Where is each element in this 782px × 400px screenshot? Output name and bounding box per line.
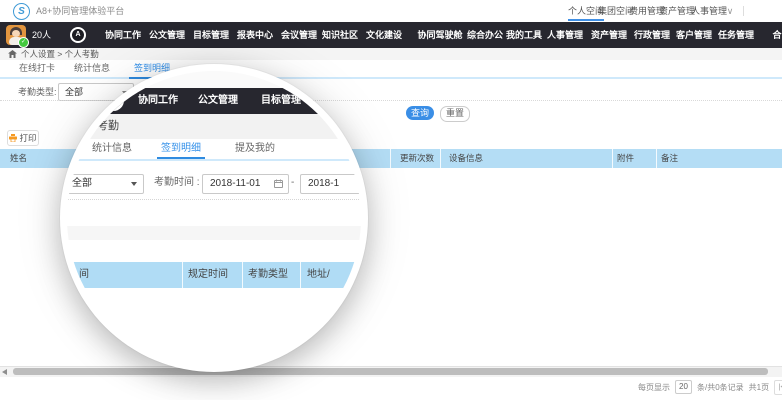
- magnifier-filter-divider: [67, 199, 361, 200]
- magnifier-select-arrow-icon: [131, 182, 137, 186]
- magnifier-col-scheduled-time: 规定时间: [188, 262, 228, 288]
- magnifier-col-time: 间: [79, 262, 89, 288]
- col-device-info: 设备信息: [449, 149, 483, 168]
- magnifier-gray-strip: [67, 226, 361, 240]
- printer-icon: [9, 134, 17, 142]
- nav-item-hr[interactable]: 人事管理: [547, 22, 583, 48]
- reset-button[interactable]: 重置: [440, 106, 470, 122]
- main-nav: ✓ 20人 A 协同工作 公文管理 目标管理 报表中心 会议管理 知识社区 文化…: [0, 22, 782, 48]
- attendance-type-label: 考勤类型:: [18, 84, 57, 100]
- avatar-face: [12, 30, 20, 37]
- a8-home-icon[interactable]: A: [70, 27, 86, 43]
- magnifier-col-separator: [182, 262, 183, 288]
- magnifier-nav-collaboration: 协同工作: [138, 88, 178, 114]
- chevron-down-icon[interactable]: ∨: [727, 0, 734, 22]
- nav-item-meetings[interactable]: 会议管理: [281, 22, 317, 48]
- magnifier-col-separator: [300, 262, 301, 288]
- magnifier-a8-letter: A: [106, 93, 121, 108]
- nav-item-admin[interactable]: 行政管理: [634, 22, 670, 48]
- nav-item-office[interactable]: 综合办公: [467, 22, 503, 48]
- tab-online-punch[interactable]: 在线打卡: [19, 60, 55, 77]
- online-status-icon: ✓: [18, 37, 29, 48]
- topbar-divider: [743, 6, 744, 16]
- search-button[interactable]: 查询: [406, 106, 434, 120]
- nav-item-customers[interactable]: 客户管理: [676, 22, 712, 48]
- nav-item-reports[interactable]: 报表中心: [237, 22, 273, 48]
- magnifier-tab-mentions: 提及我的: [235, 139, 275, 159]
- magnifier-type-value: 全部: [72, 175, 92, 193]
- topbar-menu-hr[interactable]: 人事管理: [691, 0, 727, 22]
- magnifier-breadcrumb: 个人考勤: [75, 114, 119, 139]
- magnifier-topbar-strip: [67, 71, 361, 88]
- magnifier-col-attendance-type: 考勤类型: [248, 262, 288, 288]
- magnifier-time-label: 考勤时间 :: [154, 174, 200, 192]
- nav-item-assets[interactable]: 资产管理: [591, 22, 627, 48]
- col-update-count: 更新次数: [400, 149, 434, 168]
- col-name: 姓名: [10, 149, 27, 168]
- col-remark: 备注: [661, 149, 678, 168]
- magnifier-nav-goals: 目标管理: [261, 88, 301, 114]
- magnifier-circle: A 协同工作 公文管理 目标管理 个人考勤 统计信息 签到明细 提及我的 全部 …: [60, 64, 368, 372]
- magnifier-nav-official-docs: 公文管理: [198, 88, 238, 114]
- magnifier-tab-signin-detail: 签到明细: [161, 139, 201, 159]
- col-separator: [440, 149, 441, 168]
- nav-item-culture[interactable]: 文化建设: [366, 22, 402, 48]
- app-window: S A8+协同管理体验平台 个人空间 集团空间 费用管理 资产管理 人事管理 ∨…: [0, 0, 782, 400]
- calendar-icon: [274, 179, 283, 188]
- scrollbar-thumb[interactable]: [13, 368, 768, 375]
- horizontal-scrollbar[interactable]: [0, 366, 782, 377]
- app-title: A8+协同管理体验平台: [36, 0, 124, 22]
- a8-home-icon-letter: A: [72, 29, 84, 41]
- magnifier-tabs-baseline: [67, 159, 361, 161]
- magnifier-a8-home-icon: A: [103, 90, 124, 111]
- magnifier-content: A 协同工作 公文管理 目标管理 个人考勤 统计信息 签到明细 提及我的 全部 …: [67, 71, 361, 365]
- first-page-button[interactable]: |<: [774, 380, 782, 395]
- nav-item-contracts-cut[interactable]: 合: [772, 22, 781, 48]
- magnifier-nav-band: A 协同工作 公文管理 目标管理: [67, 88, 361, 114]
- nav-item-knowledge[interactable]: 知识社区: [322, 22, 358, 48]
- col-separator: [612, 149, 613, 168]
- magnifier-table-header: 间 规定时间 考勤类型 地址/: [67, 262, 361, 288]
- magnifier-tab-statistics: 统计信息: [92, 139, 132, 159]
- magnifier-col-separator: [242, 262, 243, 288]
- per-page-input[interactable]: 20: [675, 380, 692, 394]
- pages-count: 共1页: [749, 382, 769, 393]
- print-label: 打印: [19, 132, 36, 144]
- pagination-bar: 每页显示 20 条/共0条记录 共1页 |< < 第: [638, 378, 782, 396]
- user-avatar[interactable]: ✓: [6, 25, 26, 45]
- nav-item-cockpit[interactable]: 协同驾驶舱: [417, 22, 462, 48]
- magnifier-date-to-value: 2018-1: [308, 175, 339, 193]
- nav-item-tasks[interactable]: 任务管理: [718, 22, 754, 48]
- magnifier-date-separator: -: [291, 174, 294, 192]
- topbar: S A8+协同管理体验平台 个人空间 集团空间 费用管理 资产管理 人事管理 ∨: [0, 0, 782, 23]
- col-attachment: 附件: [617, 149, 634, 168]
- records-count: 条/共0条记录: [697, 382, 744, 393]
- seeyon-logo-icon: S: [13, 3, 30, 20]
- per-page-label: 每页显示: [638, 382, 670, 393]
- col-separator: [656, 149, 657, 168]
- nav-item-goals[interactable]: 目标管理: [193, 22, 229, 48]
- magnifier-type-select: 全部: [67, 174, 144, 194]
- magnifier-date-to-input: 2018-1: [300, 174, 361, 194]
- scroll-left-arrow-icon[interactable]: [2, 369, 7, 375]
- nav-item-official-docs[interactable]: 公文管理: [149, 22, 185, 48]
- print-button[interactable]: 打印: [7, 130, 39, 146]
- user-count[interactable]: 20人: [32, 22, 51, 48]
- nav-item-collaboration[interactable]: 协同工作: [105, 22, 141, 48]
- home-icon[interactable]: [8, 50, 17, 58]
- breadcrumb: 个人设置 > 个人考勤: [21, 48, 99, 60]
- nav-item-my-tools[interactable]: 我的工具: [506, 22, 542, 48]
- magnifier-date-from-value: 2018-11-01: [210, 175, 260, 193]
- magnifier-col-address: 地址/: [307, 262, 330, 288]
- topbar-menu-assets[interactable]: 资产管理: [659, 0, 695, 22]
- col-separator: [390, 149, 391, 168]
- magnifier-date-from-input: 2018-11-01: [202, 174, 289, 194]
